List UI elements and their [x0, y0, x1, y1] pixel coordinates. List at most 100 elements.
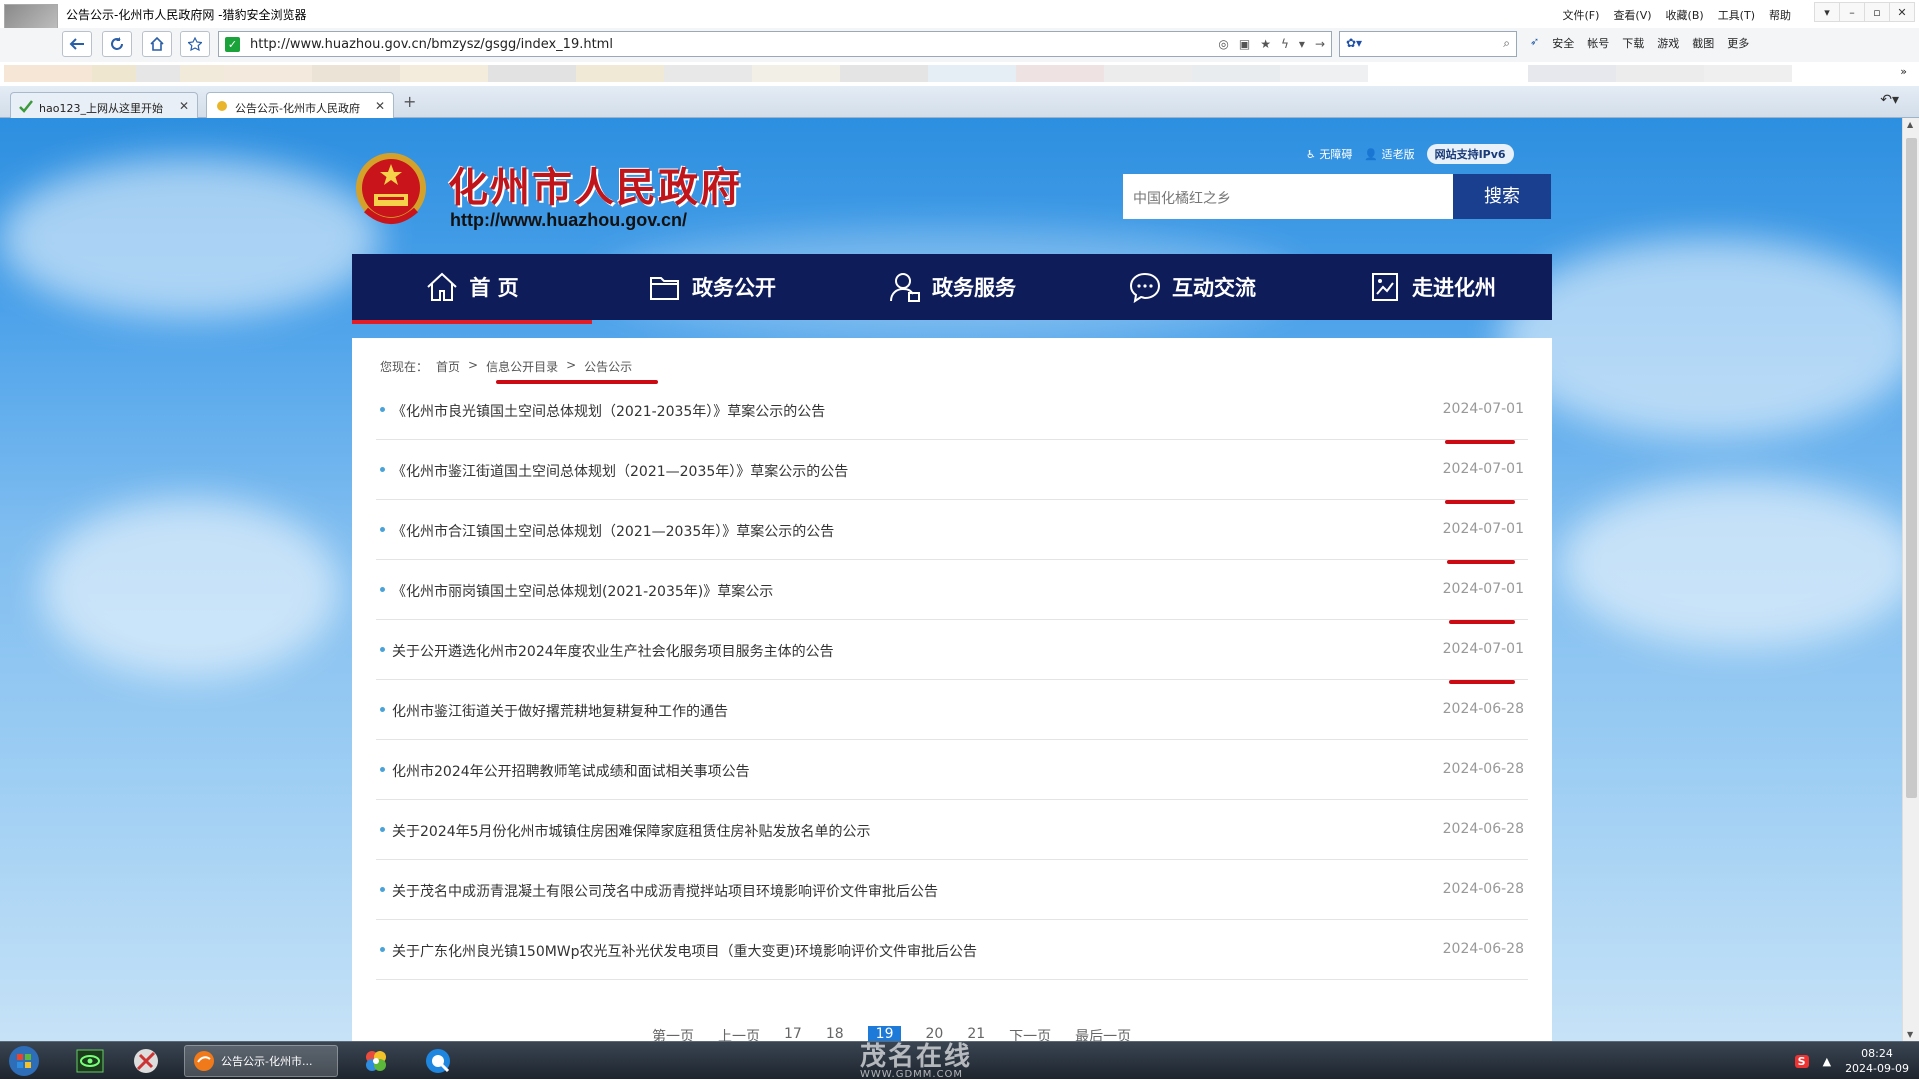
tool-game[interactable]: 游戏: [1657, 35, 1679, 51]
image-icon[interactable]: ▣: [1239, 37, 1250, 51]
go-arrow-icon[interactable]: →: [1315, 37, 1325, 51]
back-button[interactable]: [62, 31, 92, 57]
list-item[interactable]: 化州市鉴江街道关于做好撂荒耕地复耕复种工作的通告 2024-06-28: [376, 680, 1528, 740]
bookmark-item[interactable]: [4, 65, 92, 82]
list-item[interactable]: 关于茂名中成沥青混凝土有限公司茂名中成沥青搅拌站项目环境影响评价文件审批后公告 2…: [376, 860, 1528, 920]
clock[interactable]: 08:24 2024-09-09: [1845, 1046, 1909, 1076]
tool-screenshot[interactable]: 截图: [1692, 35, 1714, 51]
notice-title[interactable]: 关于广东化州良光镇150MWp农光互补光伏发电项目（重大变更)环境影响评价文件审…: [392, 941, 977, 961]
skin-icon[interactable]: ▾: [1814, 2, 1840, 22]
list-item[interactable]: 《化州市合江镇国土空间总体规划（2021—2035年）》草案公示的公告 2024-…: [376, 500, 1528, 560]
bookmark-item[interactable]: [180, 65, 224, 82]
notice-title[interactable]: 《化州市鉴江街道国土空间总体规划（2021—2035年）》草案公示的公告: [392, 461, 848, 481]
taskbar-app-tools[interactable]: [124, 1045, 168, 1077]
taskbar-browser-window[interactable]: 公告公示-化州市...: [184, 1045, 338, 1077]
scroll-up-icon[interactable]: ▲: [1907, 120, 1913, 129]
list-item[interactable]: 关于公开遴选化州市2024年度农业生产社会化服务项目服务主体的公告 2024-07…: [376, 620, 1528, 680]
bookmark-item[interactable]: [752, 65, 840, 82]
site-search-button[interactable]: 搜索: [1453, 174, 1551, 219]
bookmark-item[interactable]: [312, 65, 400, 82]
nav-gov-services[interactable]: 政务服务: [832, 254, 1072, 320]
bookmark-item[interactable]: [1104, 65, 1192, 82]
notice-title[interactable]: 关于茂名中成沥青混凝土有限公司茂名中成沥青搅拌站项目环境影响评价文件审批后公告: [392, 881, 938, 901]
taskbar-app-eye[interactable]: [70, 1045, 110, 1077]
nav-gov-affairs[interactable]: 政务公开: [592, 254, 832, 320]
menu-file[interactable]: 文件(F): [1563, 7, 1600, 23]
favorite-button[interactable]: [180, 31, 210, 57]
bookmark-item[interactable]: [1280, 65, 1368, 82]
tool-security[interactable]: 安全: [1552, 35, 1574, 51]
close-tab-icon[interactable]: ✕: [375, 99, 385, 113]
start-button[interactable]: [8, 1045, 46, 1077]
nav-interaction[interactable]: 互动交流: [1072, 254, 1312, 320]
paw-icon[interactable]: ✿▾: [1346, 36, 1362, 50]
scroll-thumb[interactable]: [1906, 138, 1917, 798]
bookmark-item[interactable]: [1192, 65, 1280, 82]
dropdown-icon[interactable]: ▾: [1299, 37, 1305, 51]
notice-title[interactable]: 《化州市合江镇国土空间总体规划（2021—2035年）》草案公示的公告: [392, 521, 834, 541]
tool-more[interactable]: 更多: [1727, 35, 1749, 51]
bookmark-item[interactable]: [840, 65, 928, 82]
bookmark-item[interactable]: [136, 65, 180, 82]
notice-title[interactable]: 关于公开遴选化州市2024年度农业生产社会化服务项目服务主体的公告: [392, 641, 834, 661]
breadcrumb-home[interactable]: 首页: [436, 358, 460, 375]
tray-expand-icon[interactable]: ▲: [1823, 1055, 1831, 1068]
bookmark-item[interactable]: [1616, 65, 1704, 82]
accessibility-link[interactable]: ♿ 无障碍: [1306, 146, 1352, 162]
tool-download[interactable]: 下载: [1622, 35, 1644, 51]
list-item[interactable]: 《化州市鉴江街道国土空间总体规划（2021—2035年）》草案公示的公告 2024…: [376, 440, 1528, 500]
bookmark-item[interactable]: [224, 65, 312, 82]
bookmark-item[interactable]: [92, 65, 136, 82]
menu-favorites[interactable]: 收藏(B): [1666, 7, 1704, 23]
tab-announcements[interactable]: 公告公示-化州市人民政府 ✕: [206, 92, 394, 118]
bookmark-item[interactable]: [1016, 65, 1104, 82]
lightning-icon[interactable]: ϟ: [1281, 37, 1289, 51]
compat-mode-icon[interactable]: ◎: [1218, 37, 1228, 51]
bookmark-star-icon[interactable]: ★: [1260, 37, 1271, 51]
chevron-more-icon[interactable]: »: [1900, 65, 1907, 78]
bookmark-item[interactable]: [488, 65, 576, 82]
nav-about-huazhou[interactable]: 走进化州: [1312, 254, 1552, 320]
browser-search-box[interactable]: ✿▾ ⌕: [1339, 31, 1517, 57]
refresh-button[interactable]: [102, 31, 132, 57]
bookmark-item[interactable]: [400, 65, 488, 82]
notice-title[interactable]: 关于2024年5月份化州市城镇住房困难保障家庭租赁住房补贴发放名单的公示: [392, 821, 871, 841]
bookmark-item[interactable]: [576, 65, 664, 82]
breadcrumb-catalog[interactable]: 信息公开目录: [486, 358, 558, 375]
ime-icon[interactable]: S: [1794, 1054, 1809, 1068]
bookmark-item[interactable]: [664, 65, 752, 82]
minimize-button[interactable]: –: [1839, 2, 1865, 22]
address-bar[interactable]: ✓ http://www.huazhou.gov.cn/bmzysz/gsgg/…: [218, 31, 1332, 57]
site-search-input[interactable]: 中国化橘红之乡: [1123, 174, 1453, 219]
notice-title[interactable]: 《化州市丽岗镇国土空间总体规划(2021-2035年)》草案公示: [392, 581, 773, 601]
search-icon[interactable]: ⌕: [1503, 36, 1510, 51]
taskbar-app-photos[interactable]: [356, 1045, 396, 1077]
notice-title[interactable]: 化州市鉴江街道关于做好撂荒耕地复耕复种工作的通告: [392, 701, 728, 721]
menu-help[interactable]: 帮助: [1769, 7, 1791, 23]
list-item[interactable]: 化州市2024年公开招聘教师笔试成绩和面试相关事项公告 2024-06-28: [376, 740, 1528, 800]
bookmark-item[interactable]: [1704, 65, 1792, 82]
home-button[interactable]: [142, 31, 172, 57]
close-button[interactable]: ✕: [1889, 2, 1915, 22]
maximize-button[interactable]: ▫: [1864, 2, 1890, 22]
notice-title[interactable]: 化州市2024年公开招聘教师笔试成绩和面试相关事项公告: [392, 761, 750, 781]
close-tab-icon[interactable]: ✕: [179, 99, 189, 113]
feather-icon[interactable]: ➶: [1530, 35, 1539, 51]
bookmark-item[interactable]: [928, 65, 1016, 82]
notice-title[interactable]: 《化州市良光镇国土空间总体规划（2021-2035年）》草案公示的公告: [392, 401, 825, 421]
scroll-down-icon[interactable]: ▼: [1907, 1030, 1913, 1039]
restore-tab-icon[interactable]: ↶▾: [1880, 92, 1899, 108]
new-tab-button[interactable]: +: [403, 92, 416, 111]
list-item[interactable]: 《化州市丽岗镇国土空间总体规划(2021-2035年)》草案公示 2024-07-…: [376, 560, 1528, 620]
menu-tools[interactable]: 工具(T): [1718, 7, 1755, 23]
nav-home[interactable]: 首 页: [352, 254, 592, 324]
menu-view[interactable]: 查看(V): [1613, 7, 1651, 23]
bookmark-item[interactable]: [1528, 65, 1616, 82]
elderly-mode-link[interactable]: 👤 适老版: [1364, 146, 1414, 162]
taskbar-app-browser2[interactable]: [418, 1045, 458, 1077]
tool-account[interactable]: 帐号: [1587, 35, 1609, 51]
page-scrollbar[interactable]: ▲ ▼: [1902, 118, 1919, 1041]
list-item[interactable]: 《化州市良光镇国土空间总体规划（2021-2035年）》草案公示的公告 2024-…: [376, 380, 1528, 440]
list-item[interactable]: 关于2024年5月份化州市城镇住房困难保障家庭租赁住房补贴发放名单的公示 2024…: [376, 800, 1528, 860]
list-item[interactable]: 关于广东化州良光镇150MWp农光互补光伏发电项目（重大变更)环境影响评价文件审…: [376, 920, 1528, 980]
